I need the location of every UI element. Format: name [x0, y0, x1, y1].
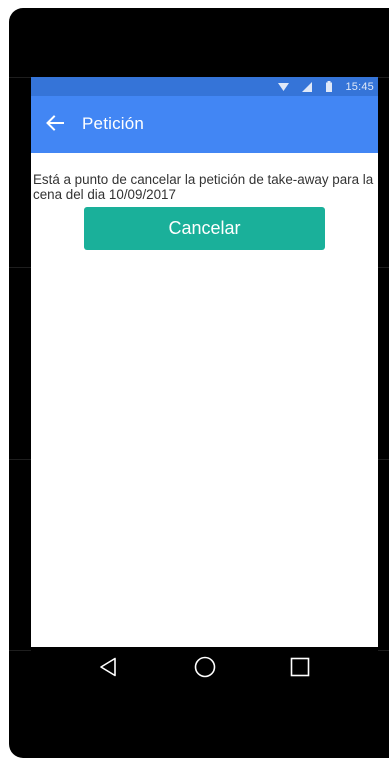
device-screen: 15:45 Petición Está a punto de cancelar … — [31, 77, 378, 655]
page-title: Petición — [82, 114, 145, 133]
cell-signal-icon — [302, 81, 313, 92]
status-icons: 15:45 — [278, 79, 374, 94]
back-triangle-icon — [99, 657, 117, 682]
wifi-icon — [278, 82, 290, 92]
status-time: 15:45 — [345, 80, 374, 93]
navigation-bar — [31, 647, 378, 691]
status-bar: 15:45 — [31, 77, 378, 96]
home-circle-icon — [194, 656, 216, 683]
battery-icon — [326, 81, 333, 92]
nav-back-button[interactable] — [92, 653, 124, 685]
app-bar: Petición — [31, 96, 378, 153]
nav-recents-button[interactable] — [284, 653, 316, 685]
content-area: Está a punto de cancelar la petición de … — [31, 153, 378, 655]
cancel-button[interactable]: Cancelar — [84, 207, 325, 250]
nav-home-button[interactable] — [189, 653, 221, 685]
device-frame: 15:45 Petición Está a punto de cancelar … — [9, 8, 389, 758]
cancel-message: Está a punto de cancelar la petición de … — [33, 172, 374, 202]
recents-square-icon — [290, 657, 310, 682]
back-button[interactable] — [41, 111, 69, 139]
arrow-left-icon — [46, 114, 64, 136]
